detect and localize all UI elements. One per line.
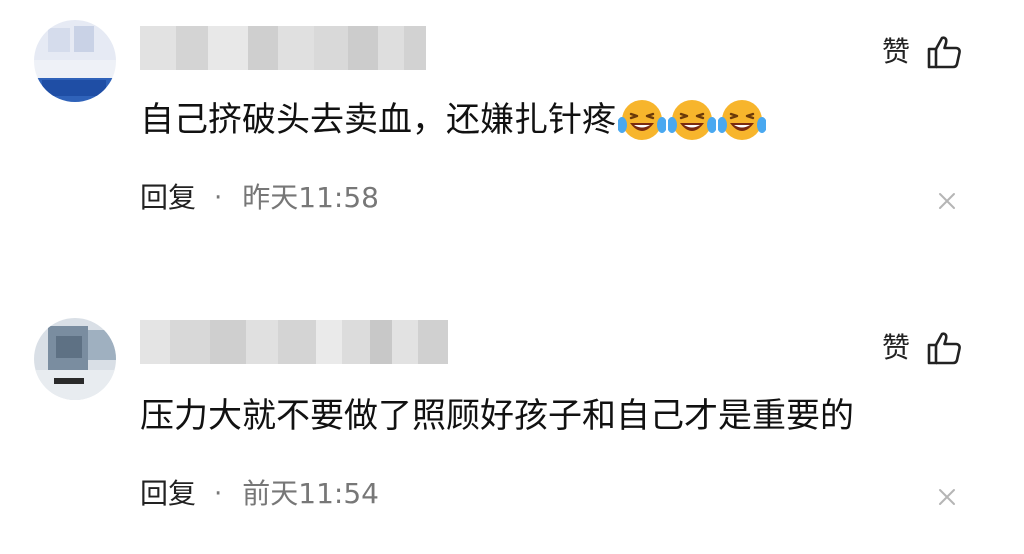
comment-text: 自己挤破头去卖血，还嫌扎针疼 xyxy=(140,96,766,144)
thumbs-up-icon xyxy=(926,34,962,70)
comment-meta: 回复 · 前天11:54 xyxy=(140,472,379,516)
avatar[interactable] xyxy=(34,20,116,102)
laughing-with-tears-emoji-icon xyxy=(668,97,716,143)
comment-list: 赞 自己挤破头去卖血，还嫌扎针疼 回复 · 昨天11:58 赞 压力大就不要做了… xyxy=(0,0,1024,554)
meta-separator: · xyxy=(214,183,223,213)
comment-meta: 回复 · 昨天11:58 xyxy=(140,176,379,220)
laughing-with-tears-emoji-icon xyxy=(718,97,766,143)
like-button[interactable]: 赞 xyxy=(882,326,962,370)
emoji-group xyxy=(618,97,766,143)
meta-separator: · xyxy=(214,479,223,509)
laughing-with-tears-emoji-icon xyxy=(618,97,666,143)
username-blurred[interactable] xyxy=(140,26,426,70)
close-icon[interactable] xyxy=(936,486,958,508)
comment-text-content: 压力大就不要做了照顾好孩子和自己才是重要的 xyxy=(140,396,854,436)
comment-text: 压力大就不要做了照顾好孩子和自己才是重要的 xyxy=(140,392,854,440)
like-button[interactable]: 赞 xyxy=(882,30,962,74)
comment-text-content: 自己挤破头去卖血，还嫌扎针疼 xyxy=(140,100,616,140)
reply-button[interactable]: 回复 xyxy=(140,176,196,220)
comment-timestamp: 前天11:54 xyxy=(242,477,379,510)
reply-button[interactable]: 回复 xyxy=(140,472,196,516)
avatar[interactable] xyxy=(34,318,116,400)
username-blurred[interactable] xyxy=(140,320,448,364)
like-label: 赞 xyxy=(881,35,910,68)
close-icon[interactable] xyxy=(936,190,958,212)
thumbs-up-icon xyxy=(926,330,962,366)
comment-timestamp: 昨天11:58 xyxy=(242,181,379,214)
like-label: 赞 xyxy=(881,331,910,364)
